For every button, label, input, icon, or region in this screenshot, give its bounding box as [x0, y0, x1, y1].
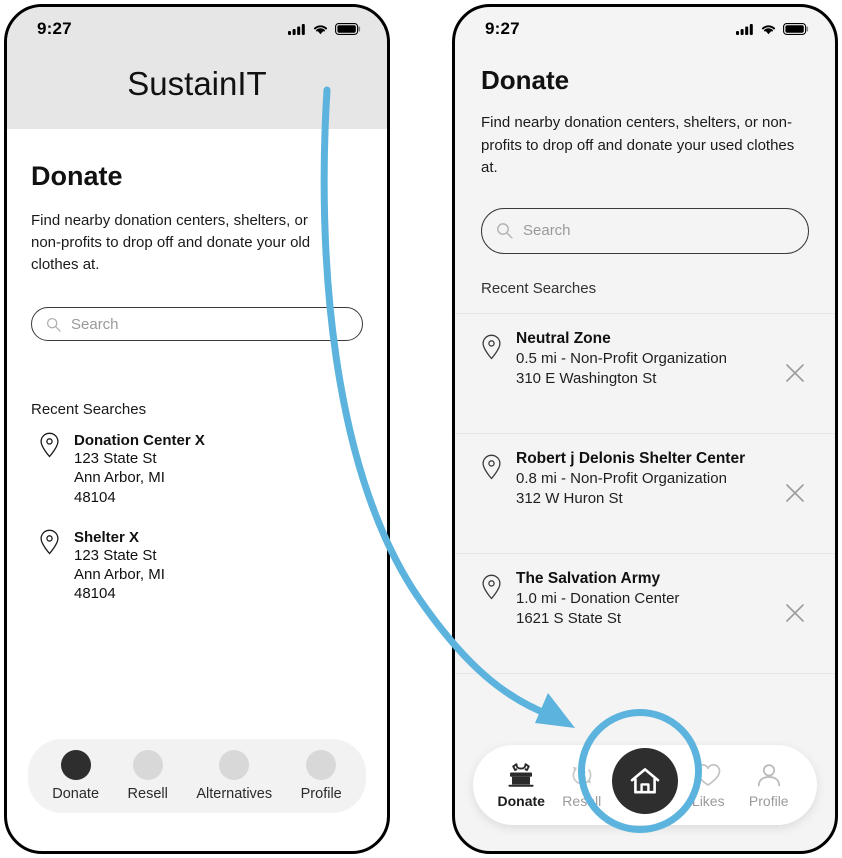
status-icon-group: [288, 23, 361, 35]
result-address: 1621 S State St: [516, 610, 622, 627]
phone-mockup-left: 9:27 SustainIT Donate Find nearby donati…: [4, 4, 390, 854]
table-row[interactable]: Neutral Zone 0.5 mi - Non-Profit Organiz…: [455, 312, 835, 433]
remove-result-button[interactable]: [781, 602, 809, 624]
nav-item-donate[interactable]: Donate: [52, 750, 99, 802]
close-x-icon: [786, 604, 804, 622]
search-icon: [46, 317, 61, 332]
battery-full-icon: [335, 23, 361, 35]
left-search-input[interactable]: Search: [31, 307, 363, 342]
right-status-bar: 9:27: [455, 7, 835, 51]
list-item-line1: 123 State St: [74, 450, 157, 468]
nav-label: Resell: [127, 786, 168, 802]
result-address: 312 W Huron St: [516, 490, 623, 507]
list-item-name: Shelter X: [74, 528, 140, 546]
status-time: 9:27: [485, 19, 520, 38]
screenshot-stage: 9:27 SustainIT Donate Find nearby donati…: [0, 0, 842, 858]
list-item-line1: 123 State St: [74, 546, 157, 564]
list-item-line2: Ann Arbor, MI: [74, 566, 165, 583]
list-item-line3: 48104: [74, 488, 116, 506]
right-content-header: Donate Find nearby donation centers, she…: [455, 65, 835, 297]
nav-item-alternatives[interactable]: Alternatives: [196, 750, 272, 802]
map-pin-icon: [481, 570, 502, 605]
left-bottom-nav: Donate Resell Alternatives Profile: [7, 739, 387, 813]
left-screen: 9:27 SustainIT Donate Find nearby donati…: [7, 7, 387, 851]
left-nav-pill: Donate Resell Alternatives Profile: [28, 739, 366, 813]
list-item[interactable]: Donation Center X 123 State St Ann Arbor…: [31, 432, 363, 507]
status-time: 9:27: [37, 19, 72, 38]
clothes-donation-box-icon: [508, 763, 534, 787]
remove-result-button[interactable]: [781, 482, 809, 504]
result-address: 310 E Washington St: [516, 370, 657, 387]
nav-label: Donate: [497, 793, 545, 809]
result-name: Neutral Zone: [516, 329, 611, 347]
close-x-icon: [786, 484, 804, 502]
status-icon-group: [736, 23, 809, 35]
highlight-circle-icon: [578, 709, 702, 833]
table-row[interactable]: Robert j Delonis Shelter Center 0.8 mi -…: [455, 432, 835, 553]
left-top-bar: 9:27 SustainIT: [7, 7, 387, 129]
result-meta: 1.0 mi - Donation Center: [516, 589, 680, 607]
left-page-title: Donate: [31, 161, 123, 191]
left-search-placeholder: Search: [71, 315, 119, 333]
result-name: The Salvation Army: [516, 569, 661, 587]
remove-result-button[interactable]: [781, 362, 809, 384]
left-page-description: Find nearby donation centers, shelters, …: [31, 212, 311, 273]
left-status-bar: 9:27: [7, 7, 387, 51]
person-icon: [757, 764, 780, 787]
dot-icon: [60, 750, 91, 780]
list-item-line2: Ann Arbor, MI: [74, 469, 165, 487]
nav-label: Profile: [748, 793, 789, 809]
table-row[interactable]: The Salvation Army 1.0 mi - Donation Cen…: [455, 552, 835, 673]
wifi-icon: [313, 25, 328, 35]
dot-icon: [219, 750, 250, 780]
list-item[interactable]: Shelter X 123 State St Ann Arbor, MI 481…: [31, 529, 363, 604]
list-item-name: Donation Center X: [74, 432, 205, 450]
nav-label: Alternatives: [196, 786, 273, 802]
list-bottom-divider: [455, 672, 835, 674]
right-search-placeholder: Search: [523, 222, 571, 239]
nav-item-profile[interactable]: Profile: [301, 750, 342, 802]
result-meta: 0.5 mi - Non-Profit Organization: [516, 349, 727, 367]
right-page-title: Donate: [481, 65, 570, 95]
nav-item-profile[interactable]: Profile: [739, 761, 800, 809]
nav-label: Profile: [300, 786, 342, 802]
app-title: SustainIT: [127, 65, 267, 102]
nav-label: Donate: [52, 786, 100, 802]
right-page-description: Find nearby donation centers, shelters, …: [481, 114, 795, 176]
left-recent-list: Donation Center X 123 State St Ann Arbor…: [31, 432, 363, 603]
nav-item-resell[interactable]: Resell: [128, 750, 168, 802]
battery-full-icon: [783, 23, 809, 35]
map-pin-icon: [40, 529, 59, 555]
map-pin-icon: [481, 450, 502, 485]
left-recent-searches-label: Recent Searches: [31, 401, 147, 419]
nav-item-donate[interactable]: Donate: [491, 761, 552, 809]
right-search-input[interactable]: Search: [481, 207, 809, 254]
dot-icon: [132, 750, 163, 780]
left-content: Donate Find nearby donation centers, she…: [7, 161, 387, 604]
dot-icon: [306, 750, 337, 780]
close-x-icon: [786, 364, 804, 382]
wifi-icon: [761, 25, 776, 35]
result-name: Robert j Delonis Shelter Center: [516, 449, 746, 467]
map-pin-icon: [40, 432, 59, 458]
cellular-signal-icon: [288, 24, 305, 35]
cellular-signal-icon: [736, 24, 753, 35]
search-icon: [497, 223, 513, 239]
list-item-line3: 48104: [74, 585, 116, 603]
result-meta: 0.8 mi - Non-Profit Organization: [516, 469, 727, 487]
right-results-list: Neutral Zone 0.5 mi - Non-Profit Organiz…: [455, 312, 835, 674]
map-pin-icon: [481, 330, 502, 365]
right-recent-searches-label: Recent Searches: [481, 279, 597, 297]
